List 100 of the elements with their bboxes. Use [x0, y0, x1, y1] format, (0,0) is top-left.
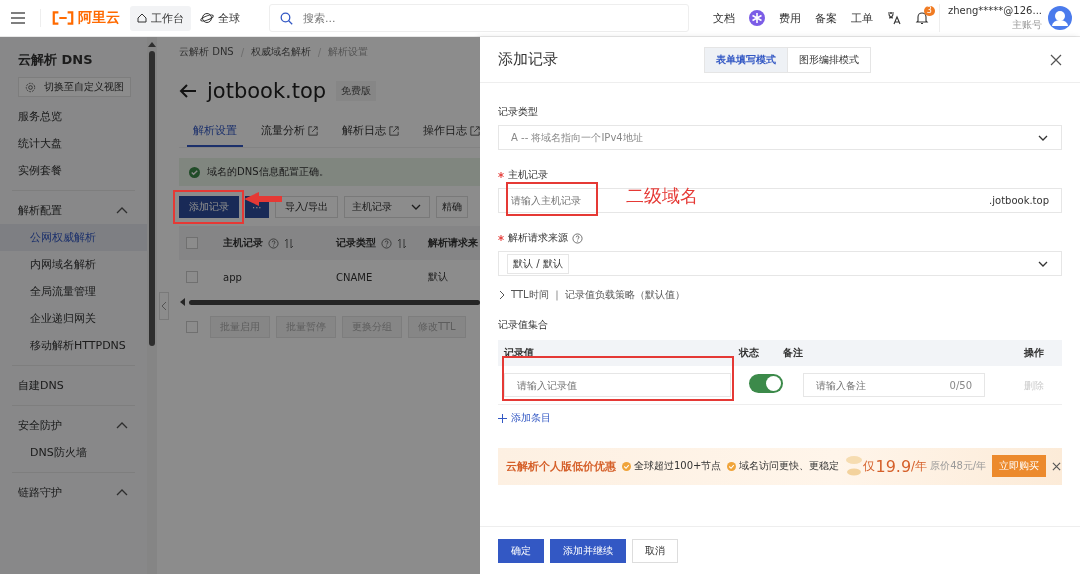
checkbox[interactable]	[186, 321, 198, 333]
tab[interactable]: 流量分析	[255, 117, 324, 147]
sidebar-title: 云解析 DNS	[17, 51, 94, 69]
search-mode-select[interactable]: 精确	[435, 196, 468, 218]
footer-button[interactable]: 确定	[498, 538, 544, 563]
sidebar-item[interactable]: 企业递归网关	[0, 305, 147, 332]
logo-icon	[51, 10, 75, 26]
field-label: 解析请求来源	[508, 231, 568, 245]
table-cell: 默认	[428, 271, 448, 282]
search-bar[interactable]: 搜索...	[269, 4, 689, 32]
sort-icon[interactable]	[397, 237, 407, 249]
sidebar-group[interactable]: 解析配置	[18, 203, 62, 218]
advanced-settings-toggle[interactable]: TTL时间 ｜ 记录值负载策略（默认值）	[498, 288, 685, 302]
sidebar-item[interactable]: 移动解析HTTPDNS	[0, 332, 147, 359]
user-account[interactable]: zheng*****@126...	[947, 4, 1042, 18]
search-icon[interactable]	[280, 11, 293, 25]
tab[interactable]: 解析设置	[187, 117, 243, 147]
field-label: 主机记录	[508, 168, 548, 182]
help-icon	[268, 237, 279, 249]
domain-suffix: .jotbook.top	[989, 195, 1049, 206]
alert-text: 域名的DNS信息配置正确。	[207, 165, 329, 179]
coins-drawing	[845, 454, 864, 478]
price-unit: /年	[911, 457, 928, 475]
logo-text: 阿里云	[78, 9, 120, 27]
footer-button[interactable]: 添加并继续	[550, 538, 626, 563]
checkbox[interactable]	[186, 271, 198, 283]
custom-view-button[interactable]: 切换至自定义视图	[18, 77, 131, 97]
top-link[interactable]: 费用	[778, 10, 801, 26]
char-count: 0/50	[949, 379, 972, 391]
sidebar-group[interactable]: 自建DNS	[18, 378, 64, 393]
sidebar-group[interactable]: 安全防护	[18, 418, 62, 433]
gear-icon	[25, 81, 36, 93]
top-link[interactable]: 文档	[712, 10, 735, 26]
menu-icon[interactable]	[10, 11, 26, 25]
filter-select[interactable]: 主机记录	[343, 196, 430, 218]
check-badge-icon	[727, 461, 737, 471]
external-link-icon	[308, 125, 318, 136]
column-header: 解析请求来	[428, 236, 478, 250]
scrollbar[interactable]	[147, 37, 157, 574]
annotation-arrow	[243, 190, 283, 208]
plus-icon	[498, 413, 507, 423]
price-prefix: 仅	[863, 457, 876, 475]
remark-field[interactable]: 请输入备注 0/50	[803, 373, 985, 397]
section-title: 记录值集合	[498, 318, 549, 332]
top-link[interactable]: 备案	[814, 10, 837, 26]
column-header: 记录类型	[336, 236, 376, 250]
checkbox[interactable]	[186, 237, 198, 249]
sidebar-item[interactable]: 实例套餐	[0, 157, 147, 184]
globe-icon	[200, 12, 214, 24]
sidebar-item[interactable]: 内网域名解析	[0, 251, 147, 278]
table-cell: CNAME	[336, 271, 373, 283]
record-type-select[interactable]: A -- 将域名指向一个IPv4地址	[498, 125, 1062, 150]
translate-icon[interactable]	[886, 11, 901, 25]
tab[interactable]: 解析日志	[336, 117, 405, 147]
promo-feature: 全球超过100+节点	[634, 459, 722, 473]
add-entry-link[interactable]: 添加条目	[498, 411, 551, 425]
top-link[interactable]: 工单	[850, 10, 873, 26]
help-icon	[572, 232, 583, 244]
status-toggle[interactable]	[749, 374, 783, 393]
chevron-left-icon	[161, 301, 167, 311]
scroll-up-icon[interactable]	[148, 41, 156, 47]
help-icon	[381, 237, 392, 249]
sidebar-item[interactable]: 服务总览	[0, 103, 147, 130]
assistant-icon[interactable]	[748, 10, 765, 26]
search-input[interactable]: 搜索...	[301, 10, 678, 26]
close-button[interactable]	[1052, 461, 1062, 471]
table-cell: app	[223, 271, 242, 283]
breadcrumb-item[interactable]: 云解析 DNS	[179, 45, 234, 59]
back-arrow-icon[interactable]	[179, 83, 197, 99]
bell-icon[interactable]	[914, 11, 929, 25]
add-record-button[interactable]: 添加记录	[179, 196, 239, 218]
sidebar-item[interactable]: 全局流量管理	[0, 278, 147, 305]
sidebar-item[interactable]: DNS防火墙	[0, 439, 147, 466]
field-label: 记录类型	[498, 105, 538, 119]
record-value-field[interactable]: 请输入记录值	[504, 373, 731, 397]
close-button[interactable]	[1050, 53, 1062, 66]
account-role: 主账号	[1012, 18, 1042, 32]
check-badge-icon	[622, 461, 631, 471]
horizontal-scrollbar[interactable]	[179, 298, 480, 306]
nav-tab[interactable]: 全球	[193, 5, 247, 31]
sort-icon[interactable]	[284, 237, 294, 249]
drawer-title: 添加记录	[498, 50, 559, 69]
collapse-handle[interactable]	[159, 292, 169, 320]
footer-button[interactable]: 取消	[632, 538, 678, 563]
nav-tab[interactable]: 工作台	[130, 5, 191, 31]
sidebar-item[interactable]: 公网权威解析	[0, 224, 147, 251]
mode-tab[interactable]: 表单填写模式	[705, 47, 787, 72]
buy-button[interactable]: 立即购买	[992, 455, 1047, 477]
import-export-button[interactable]: 导入/导出	[274, 196, 338, 218]
breadcrumb-item[interactable]: 权威域名解析	[250, 45, 311, 59]
sidebar-item[interactable]: 统计大盘	[0, 130, 147, 157]
avatar-icon[interactable]	[1048, 6, 1072, 30]
source-select[interactable]: 默认 / 默认	[498, 251, 1062, 276]
sidebar-group[interactable]: 链路守护	[18, 485, 62, 500]
notification-badge: 3	[923, 6, 935, 16]
column-header: 操作	[1024, 347, 1044, 358]
scroll-left-icon[interactable]	[179, 298, 185, 306]
tab[interactable]: 操作日志	[417, 117, 480, 147]
original-price: 原价48元/年	[930, 459, 987, 473]
annotation-box	[173, 190, 244, 224]
